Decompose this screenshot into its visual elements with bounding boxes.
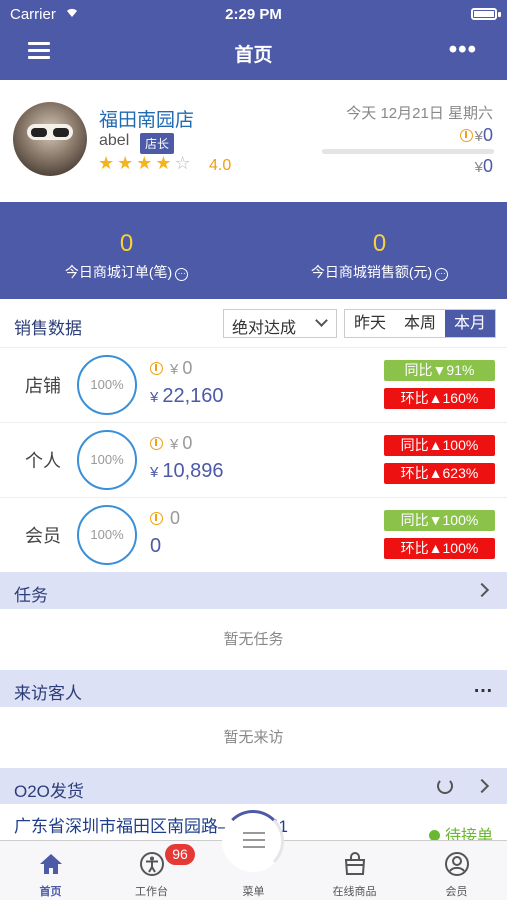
visitors-empty: 暂无来访 <box>0 707 507 768</box>
sales-header: 销售数据 绝对达成 昨天 本周 本月 <box>0 299 507 347</box>
tab-label: 菜单 <box>242 886 265 898</box>
notification-badge: 96 <box>165 844 195 865</box>
tab-home[interactable]: 首页 <box>0 841 101 900</box>
mom-badge: 环比▲623% <box>384 463 495 484</box>
coin-balance: ¥0 <box>459 125 493 146</box>
cash-balance: ¥0 <box>474 156 493 176</box>
coin-amount: ¥0 <box>150 433 192 454</box>
tasks-title: 任务 <box>14 586 48 605</box>
home-icon <box>40 854 62 874</box>
row-label: 店铺 <box>25 376 61 396</box>
tasks-header[interactable]: 任务 <box>0 572 507 609</box>
info-icon[interactable]: ⋯ <box>435 268 449 281</box>
more-options-icon[interactable]: … <box>473 675 493 698</box>
yoy-badge: 同比▼100% <box>384 510 495 531</box>
visitors-title: 来访客人 <box>14 684 82 703</box>
period-selector: 昨天 本周 本月 <box>344 309 496 338</box>
o2o-header[interactable]: O2O发货 <box>0 768 507 805</box>
rating-value: 4.0 <box>209 157 232 174</box>
avatar[interactable] <box>13 102 87 176</box>
status-bar: Carrier 2:29 PM <box>0 0 507 28</box>
clock: 2:29 PM <box>225 6 282 23</box>
sales-amount: ¥10,896 <box>150 460 224 482</box>
achievement-circle: 100% <box>77 430 137 490</box>
chevron-right-icon[interactable] <box>474 778 490 794</box>
achievement-circle: 100% <box>77 505 137 565</box>
period-yesterday[interactable]: 昨天 <box>345 310 395 337</box>
sales-row-store[interactable]: 店铺 100% ¥0 ¥22,160 同比▼91% 环比▲160% <box>0 347 507 422</box>
today-orders[interactable]: 0 今日商城订单(笔) ⋯ <box>0 202 253 299</box>
page-title: 首页 <box>234 45 273 66</box>
yoy-badge: 同比▲100% <box>384 435 495 456</box>
battery-icon <box>471 8 497 20</box>
rating-stars: ★★★★☆ <box>98 153 194 173</box>
info-icon[interactable]: ⋯ <box>175 268 189 281</box>
visitors-header[interactable]: 来访客人 … <box>0 670 507 707</box>
role-badge: 店长 <box>140 133 175 154</box>
shopping-bag-icon <box>344 852 366 875</box>
coin-icon <box>150 512 163 525</box>
sales-row-member[interactable]: 会员 100% 0 0 同比▼100% 环比▲100% <box>0 497 507 572</box>
row-label: 个人 <box>25 451 61 471</box>
today-sales-label: 今日商城销售额(元) <box>310 264 433 280</box>
o2o-title: O2O发货 <box>14 782 84 801</box>
coin-icon <box>150 362 163 375</box>
tab-label: 工作台 <box>135 886 168 898</box>
today-orders-label: 今日商城订单(笔) <box>64 264 173 280</box>
tab-label: 首页 <box>39 886 62 898</box>
user-name: abel <box>99 132 130 149</box>
more-options-icon[interactable]: ••• <box>449 36 477 64</box>
progress-bar <box>322 149 494 154</box>
mom-badge: 环比▲100% <box>384 538 495 559</box>
today-summary: 0 今日商城订单(笔) ⋯ 0 今日商城销售额(元) ⋯ <box>0 202 507 299</box>
sales-title: 销售数据 <box>14 319 82 338</box>
coin-amount: ¥0 <box>150 358 192 379</box>
member-count: 0 <box>150 535 162 557</box>
coin-icon <box>150 437 163 450</box>
refresh-icon[interactable] <box>437 778 453 794</box>
today-sales-value: 0 <box>372 230 387 257</box>
tasks-empty: 暂无任务 <box>0 609 507 670</box>
period-this-week[interactable]: 本周 <box>395 310 445 337</box>
sales-amount: ¥22,160 <box>150 385 224 407</box>
coin-amount: 0 <box>150 508 180 529</box>
tab-label: 在线商品 <box>332 886 377 898</box>
tab-online-products[interactable]: 在线商品 <box>304 841 405 900</box>
date-label: 今天 12月21日 星期六 <box>346 105 493 122</box>
tab-workbench[interactable]: 96 工作台 <box>101 841 202 900</box>
achievement-filter-dropdown[interactable]: 绝对达成 <box>223 309 337 338</box>
mom-badge: 环比▲160% <box>384 388 495 409</box>
sales-row-personal[interactable]: 个人 100% ¥0 ¥10,896 同比▲100% 环比▲623% <box>0 422 507 497</box>
center-menu-button[interactable] <box>222 810 284 872</box>
achievement-circle: 100% <box>77 355 137 415</box>
tab-member[interactable]: 会员 <box>406 841 507 900</box>
coin-icon <box>459 129 473 142</box>
row-label: 会员 <box>25 526 61 546</box>
store-name[interactable]: 福田南园店 <box>99 105 194 132</box>
top-bar: Carrier 2:29 PM 首页 ••• <box>0 0 507 80</box>
accessibility-icon <box>140 852 164 876</box>
user-icon <box>445 852 469 876</box>
store-card: 福田南园店 abel 店长 ★★★★☆ 4.0 今天 12月21日 星期六 ¥0… <box>0 80 507 202</box>
chevron-down-icon <box>315 314 328 327</box>
period-this-month[interactable]: 本月 <box>445 310 495 337</box>
yoy-badge: 同比▼91% <box>384 360 495 381</box>
today-sales[interactable]: 0 今日商城销售额(元) ⋯ <box>253 202 506 299</box>
battery-tip <box>498 12 501 17</box>
tab-label: 会员 <box>445 886 468 898</box>
chevron-right-icon[interactable] <box>474 582 490 598</box>
today-orders-value: 0 <box>119 230 134 257</box>
